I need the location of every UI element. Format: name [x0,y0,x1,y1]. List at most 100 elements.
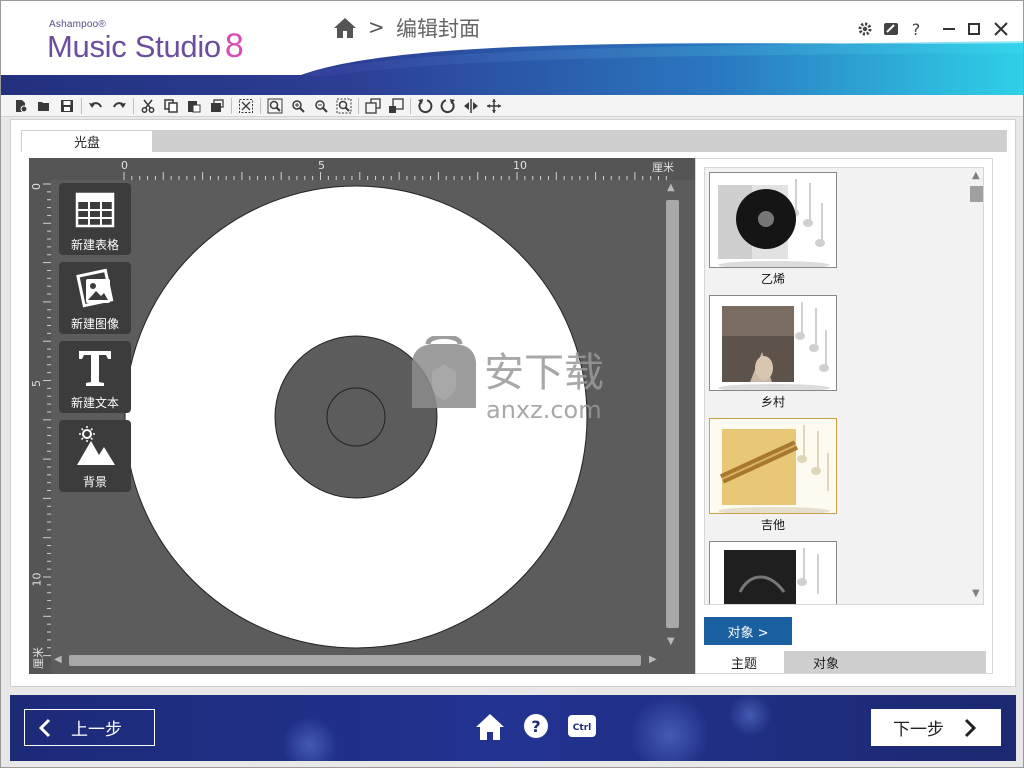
brand-logo: Music Studio 8 [47,27,244,66]
toolbar-divider [231,97,232,114]
settings-gear-icon[interactable] [855,19,875,39]
toolbar-divider [358,97,359,114]
scroll-down-arrow-icon[interactable]: ▼ [667,636,675,647]
ruler-top-tick-0: 0 [121,159,128,172]
new-text-label: 新建文本 [70,396,119,410]
next-step-label: 下一步 [893,720,944,740]
app-window: Ashampoo® Music Studio 8 > 编辑封面 ? 光盘 0 5… [0,0,1024,768]
theme-item-vinyl[interactable]: 乙烯 [709,172,837,290]
help-circle-icon[interactable]: ? [523,713,549,739]
watermark-logo: 安下载 anxz.com [412,336,604,424]
skin-icon[interactable] [881,19,901,39]
open-icon[interactable] [34,97,54,115]
new-table-button[interactable]: 新建表格 [59,183,131,255]
undo-icon[interactable] [86,97,106,115]
ruler-vertical-ticks [43,183,51,657]
chevron-left-icon [39,718,51,737]
home-icon[interactable] [475,713,505,741]
rotate-left-icon[interactable] [415,97,435,115]
zoom-actual-icon[interactable] [334,97,354,115]
footer-background [10,695,1016,761]
toolbar-divider [260,97,261,114]
paste-icon[interactable] [184,97,204,115]
new-text-button[interactable]: 新建文本 [59,341,131,413]
watermark-text-cn: 安下载 [484,350,604,396]
duplicate-icon[interactable] [207,97,227,115]
design-canvas[interactable]: 0 5 10 厘米 0 5 10 厘米 新建表格 新建图像 新建文本 背景 安下… [29,158,695,674]
panel-tabs: 主题 对象 [704,651,986,673]
redo-icon[interactable] [109,97,129,115]
table-icon [75,192,115,228]
horizontal-scroll-thumb[interactable] [69,655,641,666]
ruler-vertical: 0 5 10 厘米 [29,158,51,674]
canvas-horizontal-scrollbar[interactable]: ◀ ▶ [51,652,663,669]
save-icon[interactable] [57,97,77,115]
theme-label: 吉他 [760,518,785,532]
vertical-scroll-thumb[interactable] [666,200,679,628]
new-table-label: 新建表格 [70,238,119,252]
theme-thumbnail [709,418,837,514]
text-icon [79,351,111,386]
cut-icon[interactable] [138,97,158,115]
scroll-left-arrow-icon[interactable]: ◀ [54,654,62,665]
footer-bar: 上一步 ? Ctrl 下一步 [10,695,1016,761]
new-project-icon[interactable] [11,97,31,115]
tab-objects[interactable]: 对象 [784,651,868,673]
next-step-button[interactable]: 下一步 [871,709,1001,746]
zoom-in-icon[interactable] [288,97,308,115]
tab-disc[interactable]: 光盘 [21,130,153,152]
bring-front-icon[interactable] [363,97,383,115]
minimize-button[interactable] [939,19,959,39]
ctrl-key-label: Ctrl [573,723,591,733]
zoom-out-icon[interactable] [311,97,331,115]
theme-thumbnail [709,295,837,391]
ruler-top-tick-10: 10 [513,159,527,172]
theme-list-scrollbar[interactable]: ▲ ▼ [969,168,983,604]
scroll-right-arrow-icon[interactable]: ▶ [649,654,657,665]
close-button[interactable] [991,19,1011,39]
help-icon[interactable]: ? [906,19,926,39]
ruler-left-tick-10: 10 [30,572,44,587]
send-back-icon[interactable] [386,97,406,115]
brand-version: 8 [224,27,244,65]
home-icon[interactable] [333,17,357,39]
ruler-unit-label-vertical: 厘米 [32,647,45,669]
zoom-fit-icon[interactable] [265,97,285,115]
objects-button[interactable]: 对象 > [704,617,792,645]
watermark-text-en: anxz.com [486,396,602,424]
background-label: 背景 [82,475,107,489]
canvas-vertical-scrollbar[interactable]: ▲ ▼ [664,180,681,650]
theme-thumbnail [709,541,837,604]
theme-scroll-thumb[interactable] [970,186,983,202]
ruler-left-tick-5: 5 [30,380,43,387]
previous-step-label: 上一步 [71,720,122,740]
theme-item-country[interactable]: 乡村 [709,295,837,413]
theme-item-dark[interactable] [709,541,837,604]
select-all-icon[interactable] [236,97,256,115]
theme-scroll-down-icon[interactable]: ▼ [972,588,980,599]
background-button[interactable]: 背景 [59,420,131,492]
ruler-top-tick-5: 5 [318,159,325,172]
maximize-button[interactable] [964,19,984,39]
copy-icon[interactable] [161,97,181,115]
toolbar-divider [133,97,134,114]
tab-themes[interactable]: 主题 [704,651,784,673]
help-circle-text: ? [531,717,540,736]
theme-label: 乙烯 [760,272,785,286]
breadcrumb-separator: > [368,15,385,39]
theme-scroll-up-icon[interactable]: ▲ [972,170,980,181]
brand-name: Music Studio [47,29,221,64]
editor-panel: 光盘 0 5 10 厘米 0 5 10 厘米 新建表格 新建图像 新建文本 背景… [10,119,1016,687]
center-icon[interactable] [484,97,504,115]
theme-item-guitar[interactable]: 吉他 [709,418,837,536]
theme-list[interactable]: 乙烯 乡村 吉他 ▲ ▼ [704,167,984,605]
keyboard-shortcuts-icon[interactable]: Ctrl [567,713,597,739]
flip-horizontal-icon[interactable] [461,97,481,115]
previous-step-button[interactable]: 上一步 [24,709,155,746]
rotate-right-icon[interactable] [438,97,458,115]
ruler-unit-label: 厘米 [652,161,674,174]
new-image-button[interactable]: 新建图像 [59,262,131,334]
scroll-up-arrow-icon[interactable]: ▲ [667,182,675,193]
ruler-horizontal: 0 5 10 厘米 [29,158,695,180]
toolbar [1,95,1023,117]
